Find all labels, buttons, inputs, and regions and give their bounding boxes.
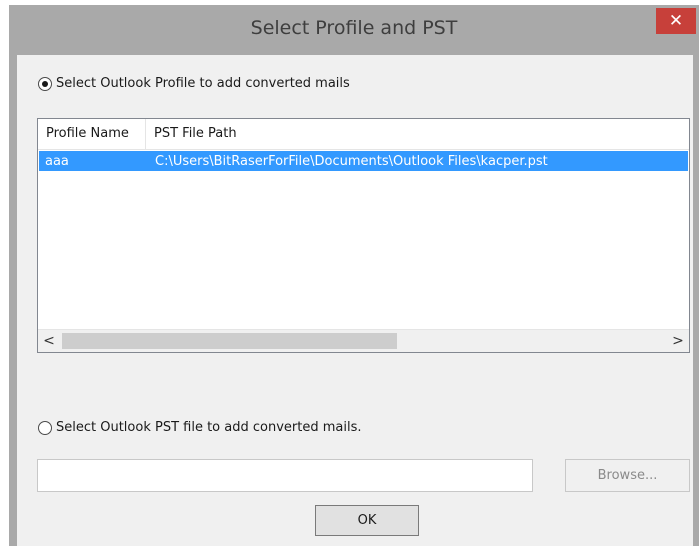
close-button[interactable]: ✕ bbox=[656, 8, 696, 34]
table-row[interactable]: aaa C:\Users\BitRaserForFile\Documents\O… bbox=[39, 151, 688, 171]
profile-option[interactable]: Select Outlook Profile to add converted … bbox=[38, 76, 350, 91]
pst-option[interactable]: Select Outlook PST file to add converted… bbox=[38, 420, 361, 435]
dialog-body: Select Outlook Profile to add converted … bbox=[17, 55, 693, 546]
profile-radio[interactable] bbox=[38, 76, 52, 91]
dialog-window: Select Profile and PST ✕ Select Outlook … bbox=[9, 5, 699, 546]
horizontal-scrollbar[interactable]: < > bbox=[38, 329, 689, 352]
profile-list[interactable]: Profile Name PST File Path aaa C:\Users\… bbox=[37, 118, 690, 353]
scroll-left-icon[interactable]: < bbox=[38, 330, 60, 352]
scroll-thumb[interactable] bbox=[62, 333, 397, 349]
title-bar[interactable]: Select Profile and PST ✕ bbox=[9, 5, 699, 55]
browse-button[interactable]: Browse... bbox=[565, 459, 690, 492]
column-header-pst-path[interactable]: PST File Path bbox=[146, 119, 689, 149]
list-header: Profile Name PST File Path bbox=[38, 119, 689, 150]
profile-option-label[interactable]: Select Outlook Profile to add converted … bbox=[56, 76, 350, 91]
cell-pst-path: C:\Users\BitRaserForFile\Documents\Outlo… bbox=[155, 153, 548, 169]
dialog-title: Select Profile and PST bbox=[250, 17, 458, 39]
pst-option-label[interactable]: Select Outlook PST file to add converted… bbox=[56, 420, 361, 435]
ok-button[interactable]: OK bbox=[315, 505, 419, 536]
close-icon: ✕ bbox=[668, 11, 684, 31]
pst-radio[interactable] bbox=[38, 420, 52, 435]
pst-path-input[interactable] bbox=[37, 459, 533, 492]
cell-profile-name: aaa bbox=[45, 153, 69, 169]
scroll-right-icon[interactable]: > bbox=[667, 330, 689, 352]
column-header-profile-name[interactable]: Profile Name bbox=[38, 119, 146, 149]
